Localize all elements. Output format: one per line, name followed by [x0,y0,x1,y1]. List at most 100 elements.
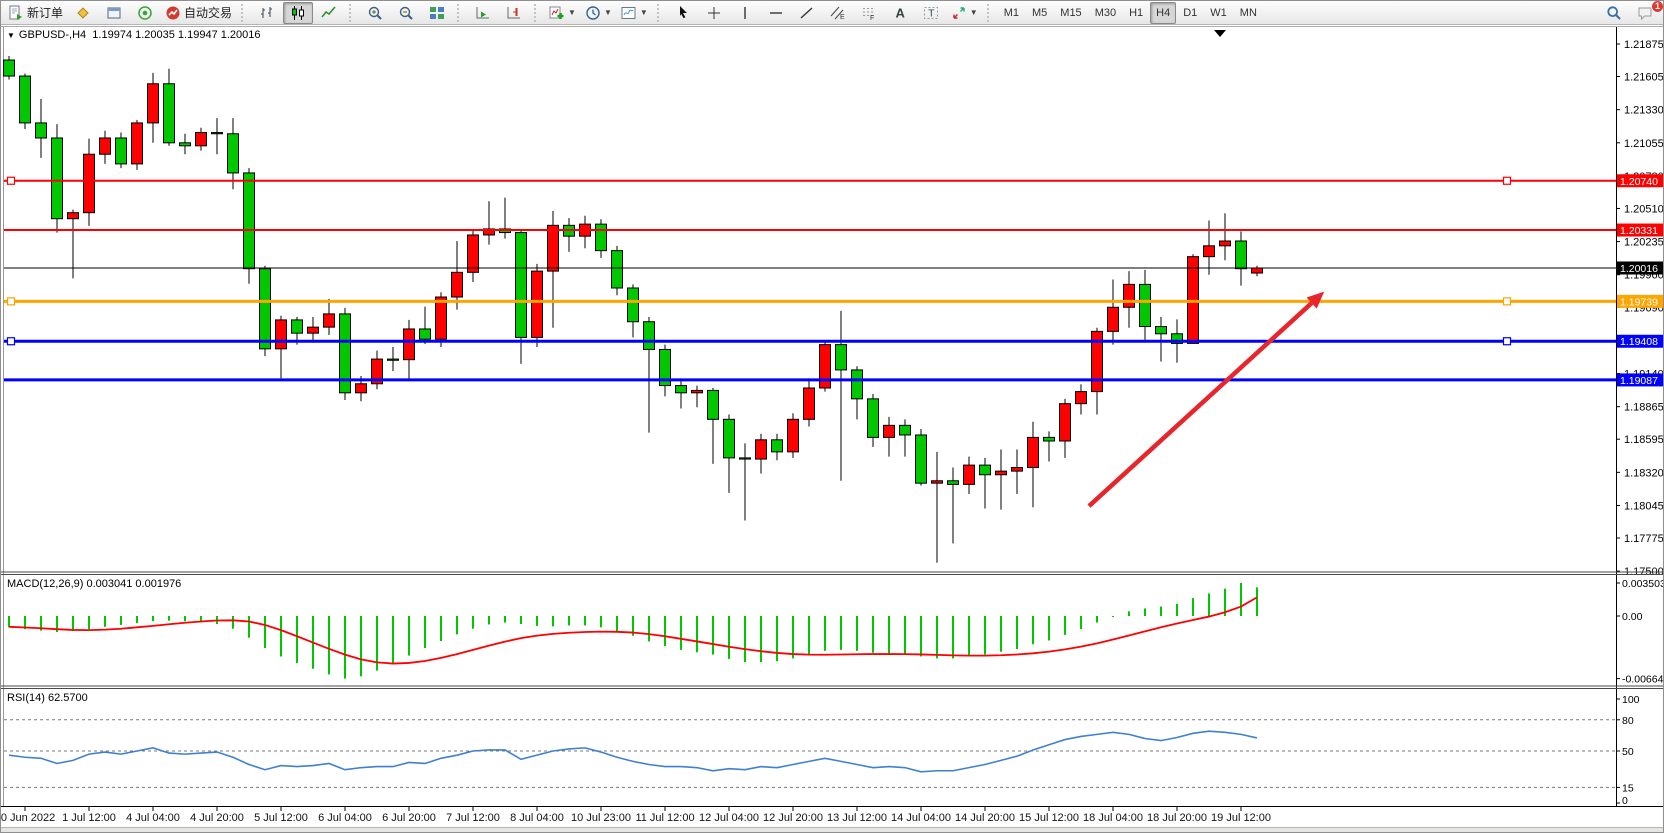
selection-handle[interactable] [8,298,15,305]
equidistant-channel-icon: E [830,5,846,21]
price-tag-label: 1.19739 [1620,296,1658,308]
horizontal-line-button[interactable] [761,2,791,24]
rsi-axis-label: 0 [1622,795,1628,807]
svg-text:F: F [870,15,874,21]
price-axis[interactable]: 1.218751.216051.213301.210551.207801.205… [1616,39,1664,578]
periods-button[interactable]: ▼ [581,2,616,24]
timeframe-m30-button[interactable]: M30 [1089,2,1122,24]
fibonacci-button[interactable]: F [854,2,884,24]
selection-handle[interactable] [1504,338,1511,345]
tile-windows-button[interactable] [422,2,452,24]
candle-body [532,271,543,337]
candle-body [916,435,927,483]
candlestick-icon [290,5,306,21]
line-chart-button[interactable] [314,2,344,24]
chart-shift-marker[interactable] [1214,30,1226,37]
trend-arrow-object[interactable] [1089,292,1324,506]
crosshair-button[interactable] [699,2,729,24]
sound-alerts-button[interactable] [130,2,160,24]
chat-button[interactable]: 1 [1630,2,1660,24]
rsi-pane[interactable]: 1008050150 [4,694,1640,807]
candles-layer[interactable] [4,56,1263,563]
search-button[interactable] [1599,2,1629,24]
data-window-icon [106,5,122,21]
candle-body [324,314,335,327]
indicators-button[interactable]: ▼ [545,2,580,24]
templates-button[interactable]: ▼ [617,2,652,24]
vertical-line-button[interactable] [730,2,760,24]
time-tick-label: 4 Jul 20:00 [190,812,244,824]
candle-body [100,138,111,154]
candlestick-button[interactable] [283,2,313,24]
candle-body [516,233,527,338]
timeframe-m1-button[interactable]: M1 [998,2,1025,24]
candle-body [708,390,719,419]
selection-handle[interactable] [1504,177,1511,184]
chart-ohlc-values: 1.19974 1.20035 1.19947 1.20016 [92,29,260,41]
time-tick-label: 12 Jul 20:00 [763,812,823,824]
cursor-button[interactable] [668,2,698,24]
candle-body [132,123,143,164]
trendline-button[interactable] [792,2,822,24]
horizontal-line-object[interactable]: 1.19087 [4,373,1664,387]
timeframe-w1-button[interactable]: W1 [1204,2,1233,24]
candle-body [1076,392,1087,404]
arrows-icon [951,5,967,21]
auto-trading-button[interactable]: 自动交易 [161,2,236,24]
selection-handle[interactable] [1504,298,1511,305]
notification-badge: 1 [1651,0,1664,13]
chart-shift-button[interactable] [499,2,529,24]
timeframe-m15-button[interactable]: M15 [1054,2,1087,24]
zoom-out-icon [398,5,414,21]
time-tick-label: 6 Jul 20:00 [382,812,436,824]
timeframe-m5-button[interactable]: M5 [1026,2,1053,24]
text-button[interactable]: A [885,2,915,24]
auto-scroll-button[interactable] [468,2,498,24]
horizontal-line-object[interactable]: 1.19739 [4,295,1664,309]
timeframe-h4-button[interactable]: H4 [1150,2,1176,24]
timeframe-mn-button[interactable]: MN [1234,2,1263,24]
macd-pane[interactable]: 0.0035030.00-0.006647 [9,578,1664,686]
selection-handle[interactable] [8,338,15,345]
data-window-button[interactable] [99,2,129,24]
equidistant-channel-button[interactable]: E [823,2,853,24]
dropdown-caret-icon[interactable]: ▼ [970,8,978,17]
price-tick-label: 1.21875 [1624,39,1664,51]
dropdown-caret-icon[interactable]: ▼ [604,8,612,17]
zoom-in-button[interactable] [360,2,390,24]
candle-body [148,84,159,123]
market-watch-icon [75,5,91,21]
text-label-button[interactable]: T [916,2,946,24]
candle-body [4,60,15,76]
horizontal-line-object[interactable]: 1.19408 [4,335,1664,349]
candle-body [676,386,687,393]
dropdown-caret-icon[interactable]: ▼ [640,8,648,17]
tile-windows-icon [429,5,445,21]
candle-body [548,225,559,271]
market-watch-button[interactable] [68,2,98,24]
bar-chart-button[interactable] [252,2,282,24]
timeframe-h1-button[interactable]: H1 [1123,2,1149,24]
time-axis[interactable]: 30 Jun 20221 Jul 12:004 Jul 04:004 Jul 2… [1,807,1271,824]
zoom-out-button[interactable] [391,2,421,24]
time-tick-label: 14 Jul 20:00 [955,812,1015,824]
selection-handle[interactable] [8,177,15,184]
candle-body [68,213,79,219]
dropdown-caret-icon[interactable]: ▼ [568,8,576,17]
arrows-button[interactable]: ▼ [947,2,982,24]
indicators-icon [549,5,565,21]
zoom-in-icon [367,5,383,21]
rsi-indicator-label: RSI(14) 62.5700 [7,692,88,704]
candle-body [1060,404,1071,441]
candle-body [628,288,639,322]
new-order-button[interactable]: 新订单 [4,2,67,24]
time-tick-label: 4 Jul 04:00 [126,812,180,824]
text-label-icon: T [923,5,939,21]
macd-axis-label: 0.00 [1622,611,1643,623]
candle-body [788,419,799,452]
chart-canvas[interactable]: 1.218751.216051.213301.210551.207801.205… [1,1,1664,833]
time-tick-label: 7 Jul 12:00 [446,812,500,824]
price-tick-label: 1.18045 [1624,500,1664,512]
timeframe-d1-button[interactable]: D1 [1177,2,1203,24]
chevron-down-icon[interactable]: ▼ [7,31,15,40]
